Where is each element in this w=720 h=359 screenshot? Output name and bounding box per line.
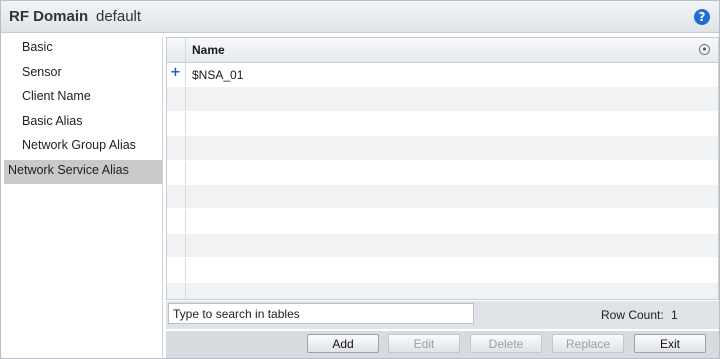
table-row-empty [167, 233, 718, 259]
sidebar-item-network-group-alias[interactable]: Network Group Alias [4, 135, 162, 160]
help-icon[interactable]: ? [694, 9, 710, 25]
table-row-empty [167, 184, 718, 210]
replace-button[interactable]: Replace [552, 334, 624, 353]
table-row-empty [167, 87, 718, 112]
table-row-empty [167, 136, 718, 161]
sidebar: Basic Sensor Client Name Basic Alias Net… [4, 37, 163, 357]
rf-domain-dialog: RF Domain default ? Basic Sensor Client … [0, 0, 720, 359]
row-count-value: 1 [671, 308, 678, 322]
table-row[interactable]: + $NSA_01 [167, 63, 718, 88]
table-row-empty [167, 209, 718, 234]
action-bar: Add Edit Delete Replace Exit [166, 331, 719, 358]
expand-plus-icon[interactable]: + [170, 66, 181, 79]
exit-button[interactable]: Exit [634, 334, 706, 353]
table-body: + $NSA_01 [167, 63, 718, 299]
table-row-empty [167, 258, 718, 283]
title-bar: RF Domain default ? [1, 1, 719, 33]
page-title: RF Domain [9, 8, 89, 25]
row-count-label: Row Count: [601, 308, 664, 322]
table-row-empty [167, 160, 718, 185]
sidebar-item-sensor[interactable]: Sensor [4, 62, 162, 87]
alias-table: Name ● + $NSA_01 [166, 37, 719, 300]
table-cell-name: $NSA_01 [192, 68, 244, 82]
search-input[interactable] [168, 303, 474, 324]
table-header: Name ● [167, 38, 718, 63]
sidebar-item-basic-alias[interactable]: Basic Alias [4, 111, 162, 136]
add-button[interactable]: Add [307, 334, 379, 353]
table-row-empty [167, 111, 718, 137]
sidebar-item-basic[interactable]: Basic [4, 37, 162, 62]
row-selector-header [167, 38, 186, 62]
delete-button[interactable]: Delete [470, 334, 542, 353]
edit-button[interactable]: Edit [388, 334, 460, 353]
table-footer: Row Count: 1 [166, 301, 719, 329]
column-menu-icon[interactable]: ● [699, 44, 710, 55]
sidebar-item-client-name[interactable]: Client Name [4, 86, 162, 111]
column-header-name[interactable]: Name [192, 43, 225, 57]
table-row-empty [167, 282, 718, 299]
sidebar-item-network-service-alias[interactable]: Network Service Alias [4, 159, 162, 184]
page-subtitle: default [96, 8, 142, 25]
